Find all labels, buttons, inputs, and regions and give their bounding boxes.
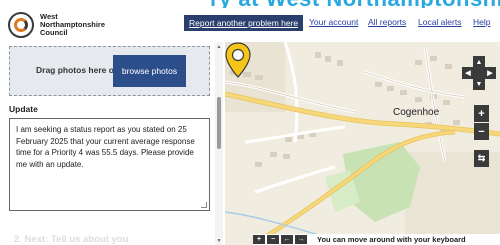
map-layers-toggle-icon[interactable]: ⇆ bbox=[474, 150, 489, 167]
next-step-heading: 2. Next: Tell us about you bbox=[14, 234, 129, 245]
keyboard-zoom-in-button[interactable]: + bbox=[253, 235, 265, 244]
map-pin-icon[interactable] bbox=[225, 42, 251, 78]
zoom-in-button[interactable]: + bbox=[474, 105, 489, 122]
scroll-down-arrow-icon[interactable]: ▼ bbox=[216, 238, 222, 244]
your-account-link[interactable]: Your account bbox=[309, 17, 358, 27]
help-link[interactable]: Help bbox=[473, 17, 490, 27]
council-logo-text: West Northamptonshire Council bbox=[40, 13, 105, 37]
logo-line-3: Council bbox=[40, 28, 68, 37]
keyboard-pan-left-button[interactable]: ← bbox=[281, 235, 293, 244]
keyboard-zoom-out-button[interactable]: − bbox=[267, 235, 279, 244]
update-textarea[interactable]: I am seeking a status report as you stat… bbox=[9, 118, 210, 211]
council-logo[interactable]: West Northamptonshire Council bbox=[8, 12, 105, 38]
scroll-up-arrow-icon[interactable]: ▲ bbox=[216, 44, 222, 50]
map-pan-control: ▲ ◀ ▶ ▼ bbox=[462, 56, 496, 90]
photo-drop-zone[interactable]: Drag photos here or browse photos bbox=[9, 46, 210, 96]
pan-down-arrow-icon[interactable]: ▼ bbox=[473, 78, 485, 90]
keyboard-navigation-bar: + − ← → You can move around with your ke… bbox=[253, 234, 500, 245]
scrollbar-thumb[interactable] bbox=[217, 97, 221, 149]
browse-photos-button[interactable]: browse photos bbox=[113, 55, 186, 87]
page-heading-text: ry at West Northamptonshire Council bein… bbox=[210, 0, 500, 8]
pan-right-arrow-icon[interactable]: ▶ bbox=[484, 67, 496, 79]
update-text: I am seeking a status report as you stat… bbox=[16, 125, 195, 169]
zoom-out-button[interactable]: − bbox=[474, 123, 489, 140]
report-another-problem-link[interactable]: Report another problem here bbox=[184, 15, 304, 31]
site-header: West Northamptonshire Council Report ano… bbox=[0, 8, 500, 42]
update-label: Update bbox=[9, 104, 38, 114]
map-tiles bbox=[225, 42, 500, 245]
council-logo-icon bbox=[8, 12, 34, 38]
report-map[interactable]: Cogenhoe ▲ ◀ ▶ ▼ + − ⇆ bbox=[225, 42, 500, 245]
page-heading-cutoff: ry at West Northamptonshire Council bein… bbox=[0, 0, 500, 8]
local-alerts-link[interactable]: Local alerts bbox=[418, 17, 461, 27]
textarea-resize-handle[interactable] bbox=[201, 202, 207, 208]
map-place-label: Cogenhoe bbox=[393, 107, 440, 118]
photo-drop-text: Drag photos here or bbox=[36, 65, 118, 75]
all-reports-link[interactable]: All reports bbox=[368, 17, 406, 27]
report-form-panel: Drag photos here or browse photos Update… bbox=[0, 42, 223, 245]
keyboard-pan-right-button[interactable]: → bbox=[295, 235, 307, 244]
keyboard-help-text: You can move around with your keyboard bbox=[317, 235, 466, 244]
